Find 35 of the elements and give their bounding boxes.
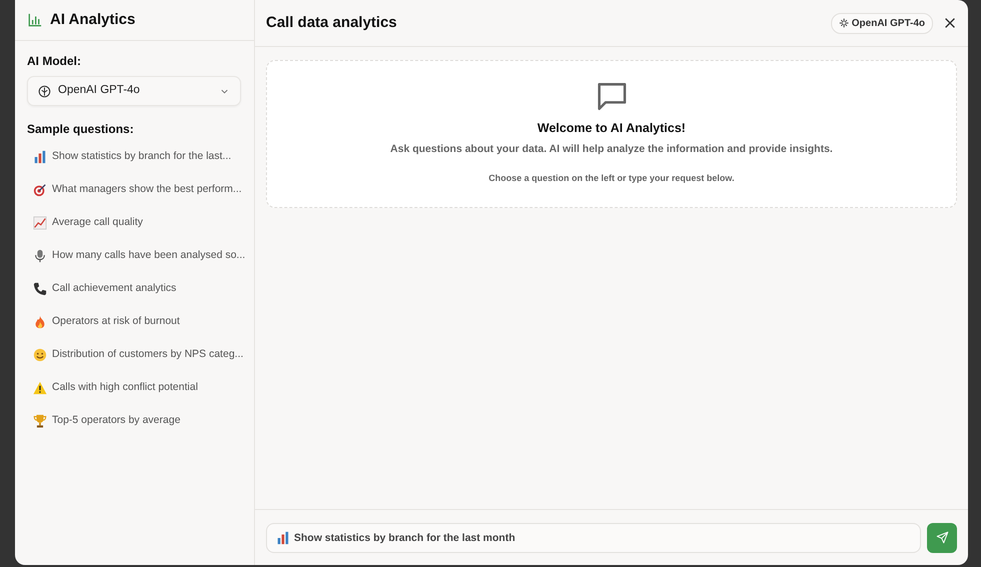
chart-icon (28, 13, 42, 27)
question-item[interactable]: Call achievement analytics (27, 272, 182, 305)
welcome-text: Ask questions about your data. AI will help analyze the information and provide insights. (390, 142, 833, 157)
model-select[interactable]: OpenAI GPT-4o (27, 76, 241, 106)
smiley-icon (33, 348, 47, 362)
bar-chart-icon (33, 150, 47, 164)
microphone-icon (33, 248, 47, 262)
question-item[interactable]: Average call quality (27, 206, 149, 239)
question-item[interactable]: Distribution of customers by NPS categ... (27, 338, 250, 371)
target-icon (33, 182, 47, 196)
sparkle-icon (838, 18, 849, 28)
globe-icon (38, 84, 51, 98)
send-button[interactable] (927, 522, 957, 552)
app-title: AI Analytics (50, 11, 136, 29)
model-label: AI Model: (27, 53, 82, 70)
question-item[interactable]: Operators at risk of burnout (27, 305, 186, 338)
bar-chart-icon (276, 530, 290, 544)
warning-icon (33, 380, 47, 394)
questions-label: Sample questions: (27, 121, 135, 138)
question-item[interactable]: Show statistics by branch for the last... (27, 140, 238, 173)
question-item[interactable]: Calls with high conflict potential (27, 371, 204, 404)
model-badge: OpenAI GPT-4o (830, 12, 933, 34)
close-icon (943, 16, 957, 30)
trophy-icon (33, 414, 47, 428)
panel-title: Call data analytics (266, 14, 398, 32)
line-chart-icon (33, 216, 47, 230)
question-item[interactable]: Top-5 operators by average (27, 404, 186, 437)
welcome-hint: Choose a question on the left or type your request below. (488, 172, 734, 185)
welcome-heading: Welcome to AI Analytics! (537, 121, 686, 136)
phone-icon (33, 282, 47, 296)
flame-icon (33, 314, 47, 328)
question-item[interactable]: What managers show the best perform... (27, 173, 248, 206)
send-icon (936, 531, 948, 544)
question-item[interactable]: How many calls have been analysed so... (27, 239, 252, 272)
message-input[interactable]: Show statistics by branch for the last month (266, 522, 921, 552)
